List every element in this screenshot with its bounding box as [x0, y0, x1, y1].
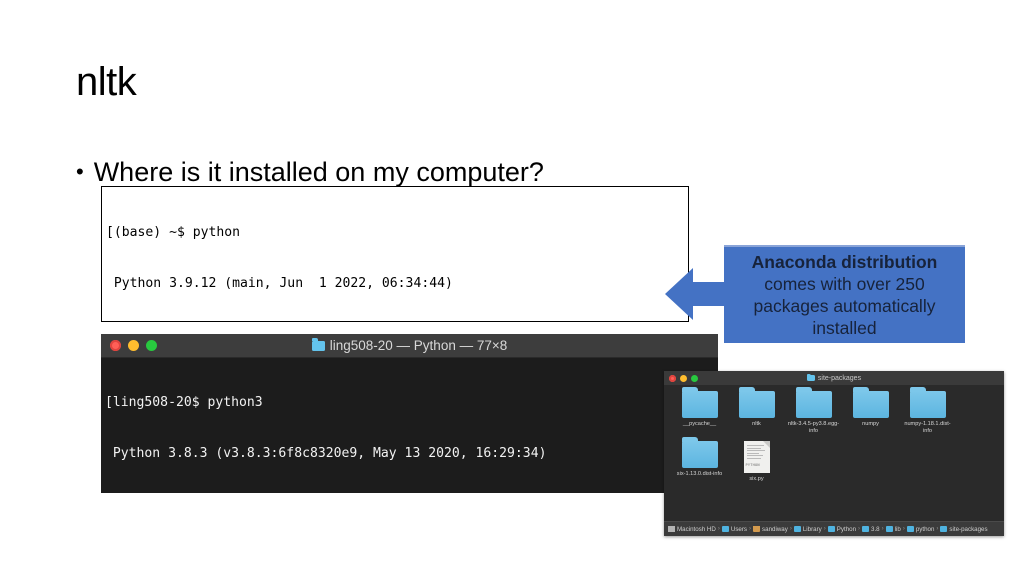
terminal-line: [ling508-20$ python3 [105, 395, 263, 410]
breadcrumb-macintosh-hd[interactable]: Macintosh HD [668, 526, 716, 533]
terminal-titlebar[interactable]: ling508-20 — Python — 77×8 [101, 334, 718, 358]
breadcrumb-separator: › [789, 526, 792, 532]
callout-rest-text: comes with over 250 packages automatical… [753, 274, 936, 338]
home-icon [753, 526, 761, 532]
page-title: nltk [76, 60, 137, 104]
anaconda-terminal-output: [(base) ~$ python Python 3.9.12 (main, J… [102, 187, 688, 321]
breadcrumb-separator: › [823, 526, 826, 532]
breadcrumb-separator: › [858, 526, 861, 532]
breadcrumb-3-8[interactable]: 3.8 [862, 526, 880, 533]
finder-titlebar[interactable]: site-packages [664, 371, 1004, 385]
terminal-title-text: ling508-20 — Python — 77×8 [329, 338, 508, 353]
folder-icon [681, 437, 718, 468]
folder-icon [795, 387, 832, 418]
folder-icon [906, 526, 914, 532]
finder-item-numpy[interactable]: numpy [843, 387, 898, 435]
breadcrumb-separator: › [749, 526, 752, 532]
python-document-icon: PYTHON [743, 441, 770, 473]
window-controls[interactable] [669, 374, 698, 382]
finder-icon-grid[interactable]: __pycache__ nltk nltk-3.4.5-py3.8.egg-in… [664, 385, 1004, 520]
breadcrumb-site-packages[interactable]: site-packages [940, 525, 988, 533]
breadcrumb-library[interactable]: Library [793, 525, 822, 533]
finder-item-six-py[interactable]: PYTHON six.py [729, 441, 784, 483]
folder-icon [862, 526, 870, 532]
minimize-button[interactable] [680, 374, 687, 382]
system-python-terminal-window[interactable]: ling508-20 — Python — 77×8 [ling508-20$ … [101, 334, 718, 493]
finder-item-nltk-egg-info[interactable]: nltk-3.4.5-py3.8.egg-info [786, 387, 841, 435]
folder-icon [806, 373, 815, 381]
finder-item-numpy-dist-info[interactable]: numpy-1.18.1.dist-info [900, 387, 955, 435]
finder-window[interactable]: site-packages __pycache__ nltk nltk-3.4.… [664, 371, 1004, 536]
breadcrumb-label: python [915, 525, 935, 533]
callout-box: Anaconda distribution comes with over 25… [724, 245, 965, 343]
breadcrumb-label: 3.8 [871, 525, 880, 533]
zoom-button[interactable] [691, 374, 698, 382]
bullet-marker: • [76, 159, 84, 184]
bullet-item: • Where is it installed on my computer? [76, 155, 544, 189]
harddisk-icon [668, 526, 675, 532]
folder-icon [852, 387, 889, 418]
finder-window-title: site-packages [664, 373, 1004, 382]
folder-icon [738, 387, 775, 418]
finder-item-label: nltk [752, 421, 761, 427]
breadcrumb-label: Library [802, 525, 822, 533]
folder-icon [793, 526, 801, 532]
callout-bold-text: Anaconda distribution [751, 252, 938, 272]
breadcrumb-users[interactable]: Users [721, 525, 748, 533]
finder-item-label: numpy-1.18.1.dist-info [904, 421, 951, 434]
breadcrumb-lib[interactable]: lib [885, 525, 901, 533]
folder-icon [681, 387, 718, 418]
breadcrumb-label: Python [836, 525, 857, 533]
finder-path-bar[interactable]: Macintosh HD › Users › sandiway › Librar… [664, 521, 1004, 536]
breadcrumb-separator: › [881, 526, 884, 532]
folder-icon [885, 526, 893, 532]
breadcrumb-label: sandiway [762, 525, 788, 533]
document-type-badge: PYTHON [745, 463, 760, 467]
minimize-button[interactable] [128, 340, 139, 351]
folder-icon [311, 338, 325, 351]
breadcrumb-label: site-packages [949, 525, 988, 533]
terminal-window-title: ling508-20 — Python — 77×8 [101, 338, 718, 353]
breadcrumb-label: Macintosh HD [677, 525, 716, 533]
breadcrumb-sandiway[interactable]: sandiway [753, 526, 788, 533]
finder-item-label: six.py [749, 476, 764, 482]
finder-title-text: site-packages [817, 374, 862, 382]
breadcrumb-separator: › [902, 526, 905, 532]
folder-icon [909, 387, 946, 418]
finder-item-six-dist-info[interactable]: six-1.13.0.dist-info [672, 437, 727, 483]
folder-icon [827, 526, 835, 532]
breadcrumb-python[interactable]: Python [827, 525, 857, 533]
breadcrumb-python-dir[interactable]: python [906, 525, 935, 533]
breadcrumb-separator: › [936, 526, 939, 532]
finder-item-label: nltk-3.4.5-py3.8.egg-info [787, 421, 840, 434]
folder-icon [721, 526, 729, 532]
folder-icon [940, 526, 948, 532]
terminal-line: Python 3.9.12 (main, Jun 1 2022, 06:34:4… [106, 276, 453, 291]
anaconda-terminal-screenshot: [(base) ~$ python Python 3.9.12 (main, J… [101, 186, 689, 322]
callout-text: Anaconda distribution comes with over 25… [724, 251, 965, 339]
finder-item-label: numpy [862, 421, 879, 427]
bullet-label: Where is it installed on my computer? [93, 157, 544, 187]
zoom-button[interactable] [146, 340, 157, 351]
terminal-output[interactable]: [ling508-20$ python3 Python 3.8.3 (v3.8.… [101, 358, 718, 493]
close-button[interactable] [669, 374, 676, 382]
breadcrumb-label: Users [730, 525, 748, 533]
breadcrumb-separator: › [717, 526, 720, 532]
finder-item-pycache[interactable]: __pycache__ [672, 387, 727, 435]
finder-item-nltk[interactable]: nltk [729, 387, 784, 435]
terminal-line: [(base) ~$ python [106, 225, 241, 240]
finder-row: six-1.13.0.dist-info PYTHON six.py [664, 437, 1004, 483]
finder-row: __pycache__ nltk nltk-3.4.5-py3.8.egg-in… [664, 387, 1004, 435]
callout-arrow-icon [665, 268, 733, 320]
finder-item-label: __pycache__ [682, 421, 717, 427]
breadcrumb-label: lib [894, 525, 901, 533]
close-button[interactable] [110, 340, 121, 351]
terminal-line: Python 3.8.3 (v3.8.3:6f8c8320e9, May 13 … [105, 446, 547, 461]
window-controls[interactable] [110, 340, 157, 351]
finder-item-label: six-1.13.0.dist-info [676, 471, 723, 477]
